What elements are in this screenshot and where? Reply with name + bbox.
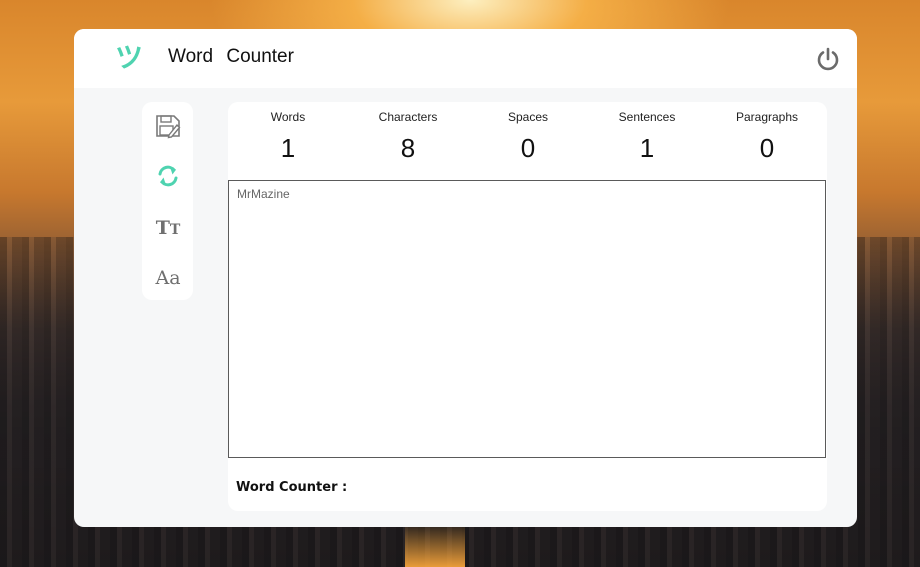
font-case-icon: Aa [155,267,181,289]
stat-label: Characters [378,110,438,124]
app-window: ツ Word Counter TT Aa Words 1 Characters … [74,29,857,527]
text-size-icon: TT [155,217,181,239]
stat-label: Words [270,110,306,124]
sidebar-toolbar: TT Aa [142,102,193,300]
background-glow [405,522,465,567]
stat-label: Sentences [618,110,676,124]
stat-characters: Characters 8 [348,102,468,164]
title-bar: ツ Word Counter [74,29,857,88]
save-button[interactable] [153,113,183,143]
stat-sentences: Sentences 1 [587,102,707,164]
save-icon [155,113,181,144]
refresh-icon [156,164,180,193]
stat-value: 1 [639,133,655,163]
app-logo-icon: ツ [114,42,143,73]
stats-bar: Words 1 Characters 8 Spaces 0 Sentences … [228,102,827,180]
app-title-word-1: Word [168,46,214,67]
stat-value: 0 [520,133,536,163]
text-input-area[interactable]: MrMazine [228,180,826,458]
text-input-value: MrMazine [237,187,290,201]
stat-value: 0 [759,133,775,163]
stat-value: 1 [280,133,296,163]
footer-label: Word Counter : [236,480,348,495]
font-case-button[interactable]: Aa [153,263,183,293]
app-title-word-2: Counter [226,46,294,67]
stat-words: Words 1 [228,102,348,164]
stat-label: Spaces [507,110,549,124]
main-panel: Words 1 Characters 8 Spaces 0 Sentences … [228,102,827,511]
stat-value: 8 [400,133,416,163]
stat-spaces: Spaces 0 [468,102,588,164]
stat-paragraphs: Paragraphs 0 [707,102,827,164]
app-title: Word Counter [168,46,294,68]
text-size-button[interactable]: TT [153,213,183,243]
power-icon[interactable] [815,46,841,72]
refresh-button[interactable] [153,163,183,193]
stat-label: Paragraphs [735,110,799,124]
